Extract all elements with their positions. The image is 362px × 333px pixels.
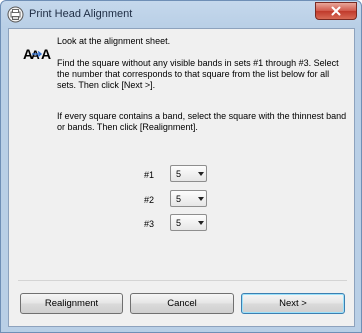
instruction-realign: If every square contains a band, select … xyxy=(57,111,347,132)
set-label: #2 xyxy=(144,195,155,205)
set-2-select[interactable]: 5 xyxy=(170,190,207,207)
window-title: Print Head Alignment xyxy=(29,8,133,20)
select-value: 5 xyxy=(176,169,182,179)
divider xyxy=(18,280,347,281)
svg-text:A: A xyxy=(41,46,51,62)
dialog-content: A A A Look at the alignment sheet. Find … xyxy=(8,28,355,327)
alignment-aa-icon: A A A xyxy=(23,46,51,62)
set-3-select[interactable]: 5 xyxy=(170,214,207,231)
instruction-find: Find the square without any visible band… xyxy=(57,58,339,90)
set-row-1: #1 5 xyxy=(144,165,207,185)
next-button[interactable]: Next > xyxy=(241,293,345,314)
close-button[interactable] xyxy=(315,2,357,20)
dialog-window: Print Head Alignment A A A Look at the a… xyxy=(0,0,362,333)
set-row-2: #2 5 xyxy=(144,190,207,210)
instruction-look: Look at the alignment sheet. xyxy=(57,36,171,46)
svg-text:A: A xyxy=(31,48,40,62)
realignment-button[interactable]: Realignment xyxy=(20,293,123,314)
printer-icon xyxy=(7,6,24,23)
cancel-button[interactable]: Cancel xyxy=(130,293,234,314)
select-value: 5 xyxy=(176,194,182,204)
set-label: #1 xyxy=(144,170,155,180)
set-label: #3 xyxy=(144,219,155,229)
title-bar[interactable]: Print Head Alignment xyxy=(1,1,361,28)
chevron-down-icon xyxy=(198,197,204,201)
set-1-select[interactable]: 5 xyxy=(170,165,207,182)
close-icon xyxy=(331,6,341,16)
chevron-down-icon xyxy=(198,221,204,225)
select-value: 5 xyxy=(176,218,182,228)
chevron-down-icon xyxy=(198,172,204,176)
set-row-3: #3 5 xyxy=(144,214,207,234)
